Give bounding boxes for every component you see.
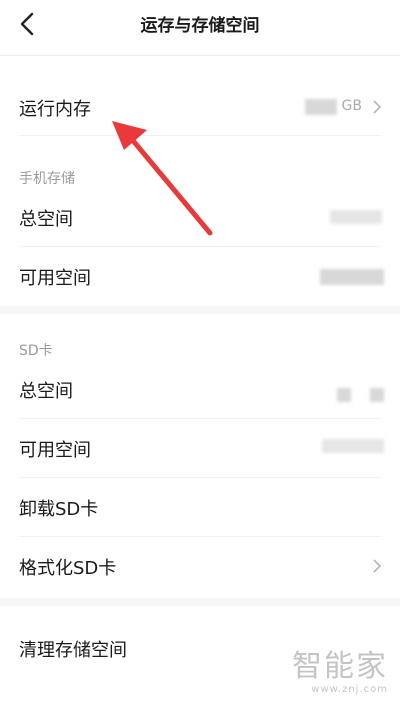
- watermark: 智能家 www.znj.com: [292, 649, 388, 696]
- annotation-arrow-icon: [112, 121, 213, 236]
- watermark-name: 智能家: [292, 649, 388, 684]
- watermark-url: www.znj.com: [311, 684, 388, 695]
